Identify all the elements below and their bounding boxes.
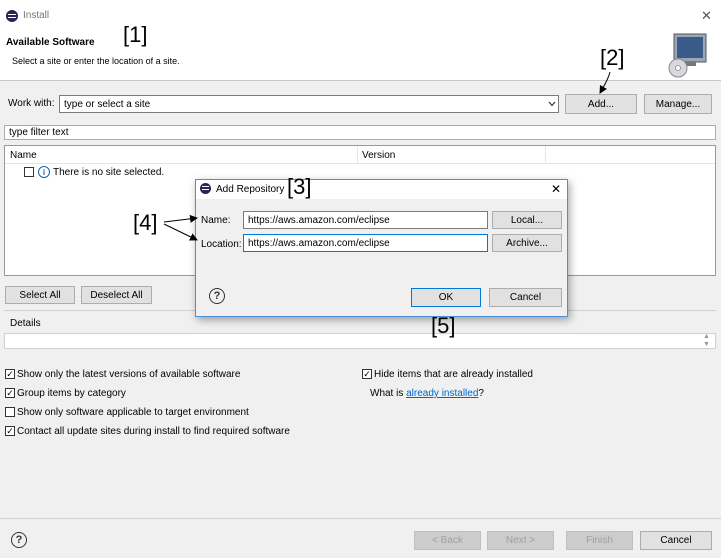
arrow-to-location-field xyxy=(163,223,198,241)
arrow-to-add-button xyxy=(599,71,611,94)
arrow-to-name-field xyxy=(163,214,198,223)
annotation-arrows xyxy=(163,71,611,241)
